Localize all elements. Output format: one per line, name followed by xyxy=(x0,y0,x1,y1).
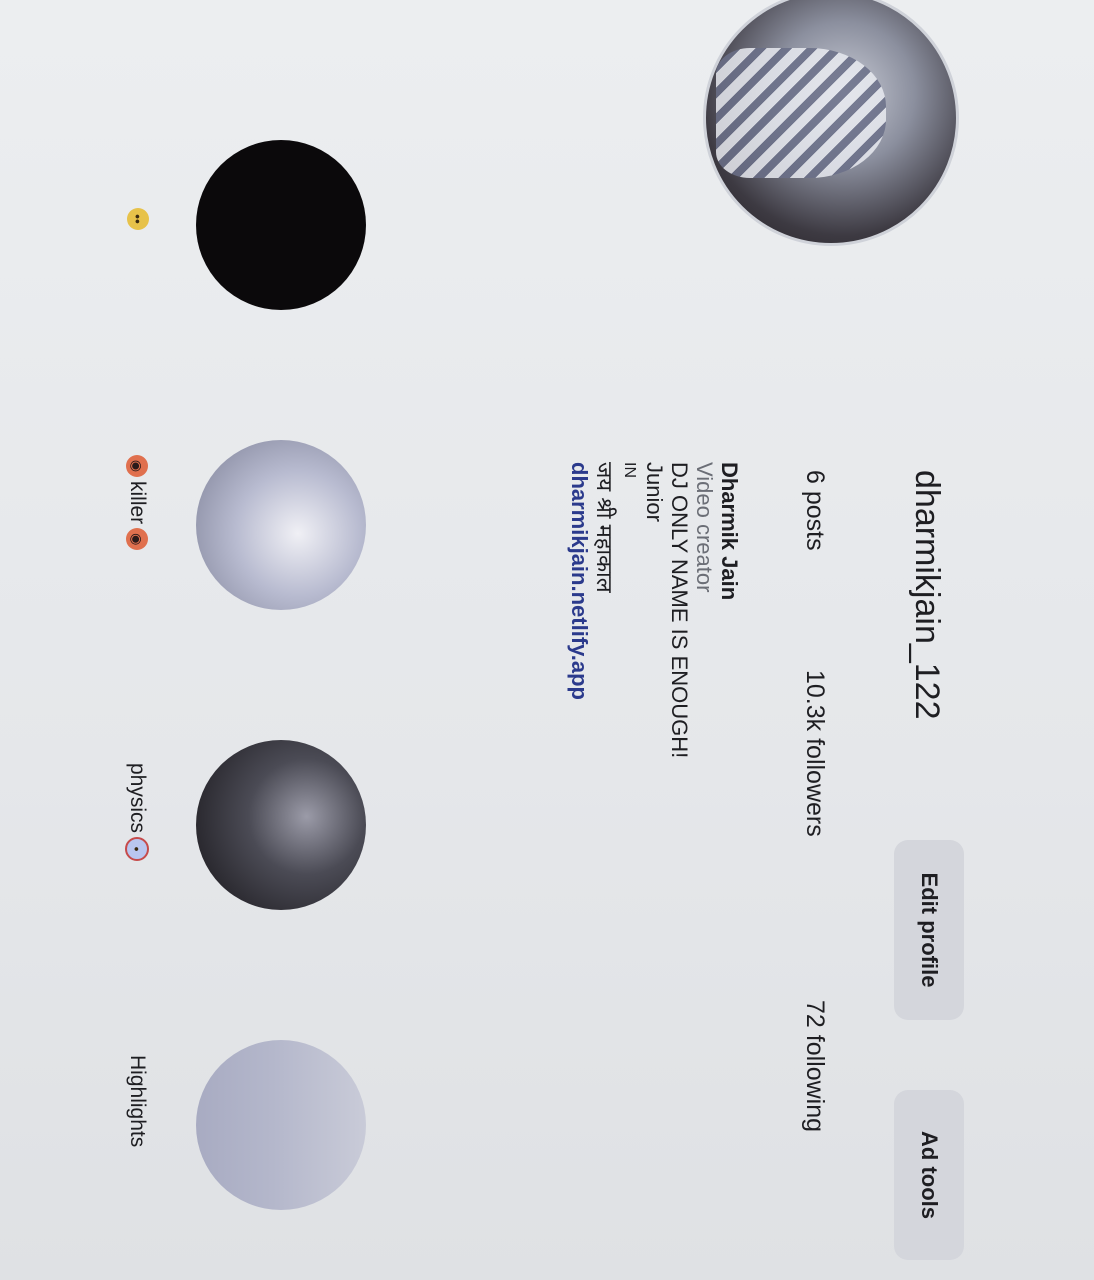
profile-bio: Dharmik Jain Video creator DJ ONLY NAME … xyxy=(567,462,742,882)
followers-count[interactable]: 10.3k followers xyxy=(800,670,829,837)
devil-face-icon: ◉ xyxy=(126,528,148,551)
bio-name: Dharmik Jain xyxy=(717,462,742,601)
avatar-photo xyxy=(716,48,886,178)
highlight-label[interactable]: physics • xyxy=(125,763,149,862)
highlight-cover[interactable] xyxy=(196,740,366,910)
highlight-cover[interactable] xyxy=(196,140,366,310)
following-count[interactable]: 72 following xyxy=(800,1000,829,1132)
bio-line-3: IN xyxy=(621,462,638,478)
highlight-label[interactable]: Highlights xyxy=(125,1055,149,1147)
highlight-label-text: Highlights xyxy=(126,1055,149,1148)
highlight-label[interactable]: ◉ killer ◉ xyxy=(125,455,149,551)
profile-avatar[interactable] xyxy=(703,0,959,246)
highlight-cover[interactable] xyxy=(196,440,366,610)
posts-count[interactable]: 6 posts xyxy=(800,470,829,551)
edit-profile-button[interactable]: Edit profile xyxy=(894,840,964,1020)
neutral-face-icon: •• xyxy=(127,208,149,230)
highlight-label[interactable]: •• xyxy=(127,208,149,230)
devil-face-icon: ◉ xyxy=(126,455,148,477)
highlight-label-text: physics xyxy=(126,763,149,834)
highlight-label-text: killer xyxy=(126,481,149,525)
bio-line-2: Junior xyxy=(642,462,667,522)
profile-screen: dharmikjain_122 Edit profile Ad tools 6 … xyxy=(0,0,1094,1280)
thinking-face-icon: • xyxy=(125,837,149,862)
profile-username: dharmikjain_122 xyxy=(908,470,946,720)
ad-tools-button[interactable]: Ad tools xyxy=(894,1090,964,1260)
bio-line-1: DJ ONLY NAME IS ENOUGH! xyxy=(667,462,692,759)
highlight-cover[interactable] xyxy=(196,1040,366,1210)
bio-line-4: जय श्री महाकाल xyxy=(592,462,617,593)
bio-category: Video creator xyxy=(692,462,717,593)
bio-link[interactable]: dharmikjain.netlify.app xyxy=(567,462,592,882)
